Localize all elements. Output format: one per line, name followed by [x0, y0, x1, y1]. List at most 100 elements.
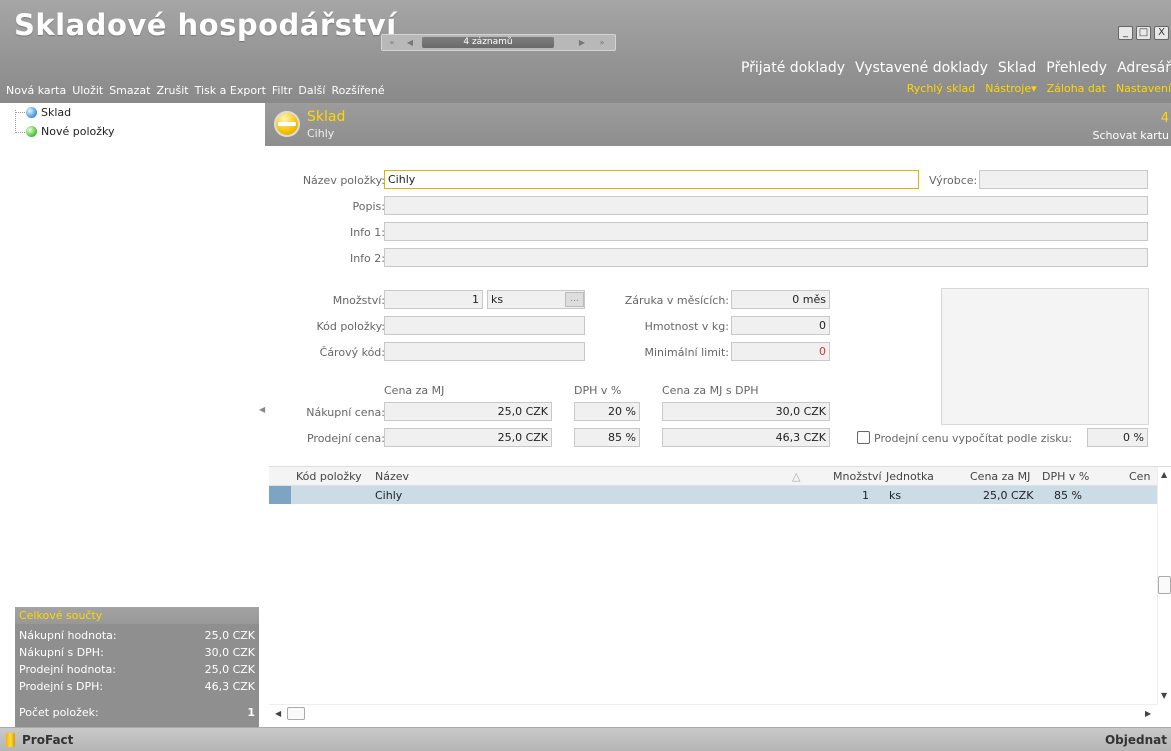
nav-address-book[interactable]: Adresář	[1117, 60, 1171, 76]
filter-button[interactable]: Filtr	[272, 84, 292, 97]
totals-panel: Celkové součty Nákupní hodnota: 25,0 CZK …	[15, 607, 259, 727]
info1-input[interactable]	[384, 222, 1148, 241]
toolbar: Nová karta Uložit Smazat Zrušit Tisk a E…	[6, 84, 385, 97]
sale-vat-input[interactable]: 85 %	[574, 428, 640, 447]
profact-logo-icon	[6, 733, 15, 747]
sale-price-input[interactable]: 25,0 CZK	[384, 428, 552, 447]
items-grid: Kód položky Název △ Množství Jednotka Ce…	[269, 466, 1171, 728]
barcode-input[interactable]	[384, 342, 585, 361]
unit-picker-button[interactable]: ...	[565, 292, 584, 307]
print-export-button[interactable]: Tisk a Export	[195, 84, 266, 97]
nav-warehouse[interactable]: Sklad	[998, 60, 1036, 76]
maximize-icon: □	[1138, 27, 1149, 38]
description-input[interactable]	[384, 196, 1148, 215]
minimize-button[interactable]: _	[1118, 26, 1133, 40]
min-limit-input[interactable]: 0	[731, 342, 830, 361]
tree-item-warehouse[interactable]: Sklad	[26, 106, 71, 119]
nav-overviews[interactable]: Přehledy	[1046, 60, 1107, 76]
vertical-scroll-thumb[interactable]	[1158, 576, 1171, 594]
vat-column-header: DPH v %	[574, 384, 622, 397]
purchase-vat-input[interactable]: 20 %	[574, 402, 640, 421]
next-record-button[interactable]: ▶	[574, 36, 590, 49]
warranty-input[interactable]: 0 měs	[731, 290, 830, 309]
nav-received-docs[interactable]: Přijaté doklady	[741, 60, 845, 76]
total-purchase-value: Nákupní hodnota: 25,0 CZK	[19, 629, 255, 642]
delete-button[interactable]: Smazat	[109, 84, 150, 97]
maker-input[interactable]	[979, 170, 1148, 189]
main-nav: Přijaté doklady Vystavené doklady Sklad …	[741, 60, 1171, 76]
sale-price-vat-input[interactable]: 46,3 CZK	[662, 428, 830, 447]
profit-percent-input[interactable]: 0 %	[1087, 428, 1148, 447]
col-unit[interactable]: Jednotka	[886, 470, 934, 483]
horizontal-scrollbar[interactable]: ◀ ▶	[269, 704, 1157, 722]
tree-connector	[15, 112, 25, 113]
app-header: Skladové hospodářství « ◀ 4 záznamů ▶ » …	[0, 0, 1171, 103]
maximize-button[interactable]: □	[1136, 26, 1151, 40]
horizontal-scroll-thumb[interactable]	[287, 707, 305, 720]
total-sale-value: Prodejní hodnota: 25,0 CZK	[19, 663, 255, 676]
nav-settings[interactable]: Nastavení	[1116, 82, 1171, 95]
sale-price-label: Prodejní cena:	[306, 432, 385, 445]
close-button[interactable]: X	[1154, 26, 1169, 40]
window-controls: _ □ X	[1118, 26, 1169, 40]
tree-connector	[15, 110, 16, 133]
record-count[interactable]: 4 záznamů	[422, 37, 554, 48]
warranty-label: Záruka v měsících:	[624, 294, 729, 307]
scroll-down-icon[interactable]: ▼	[1161, 691, 1167, 700]
scroll-right-icon[interactable]: ▶	[1145, 709, 1151, 718]
row-selector[interactable]	[269, 486, 291, 504]
purchase-price-input[interactable]: 25,0 CZK	[384, 402, 552, 421]
hide-card-button[interactable]: Schovat kartu	[1092, 129, 1169, 142]
col-item-code[interactable]: Kód položky	[296, 470, 362, 483]
table-row[interactable]: Cihly 1 ks 25,0 CZK 85 %	[269, 486, 1157, 504]
nav-issued-docs[interactable]: Vystavené doklady	[855, 60, 988, 76]
calc-from-profit-checkbox[interactable]	[857, 431, 870, 444]
total-value: 1	[247, 706, 255, 719]
total-item-count: Počet položek: 1	[19, 706, 255, 719]
status-bar: ProFact Objednat	[0, 727, 1171, 751]
tree-item-new-items[interactable]: Nové položky	[26, 125, 115, 138]
item-name-input[interactable]: Cihly	[384, 170, 919, 189]
prev-record-button[interactable]: ◀	[402, 36, 418, 49]
weight-label: Hmotnost v kg:	[644, 320, 729, 333]
vertical-scrollbar[interactable]: ▲ ▼	[1157, 467, 1171, 704]
price-vat-column-header: Cena za MJ s DPH	[662, 384, 759, 397]
app-title: Skladové hospodářství	[14, 8, 397, 42]
tree-item-label: Sklad	[41, 106, 72, 119]
first-record-button[interactable]: «	[384, 36, 400, 49]
scroll-left-icon[interactable]: ◀	[275, 709, 281, 718]
col-unit-price[interactable]: Cena za MJ	[970, 470, 1030, 483]
total-label: Nákupní hodnota:	[19, 629, 117, 642]
purchase-price-vat-input[interactable]: 30,0 CZK	[662, 402, 830, 421]
info2-input[interactable]	[384, 248, 1148, 267]
col-name[interactable]: Název	[375, 470, 409, 483]
weight-input[interactable]: 0	[731, 316, 830, 335]
card-header: Sklad Cihly 4 Schovat kartu	[265, 103, 1171, 146]
last-record-button[interactable]: »	[594, 36, 610, 49]
price-column-header: Cena za MJ	[384, 384, 445, 397]
total-sale-vat: Prodejní s DPH: 46,3 CZK	[19, 680, 255, 693]
col-vat[interactable]: DPH v %	[1042, 470, 1089, 483]
nav-tools[interactable]: Nástroje▾	[985, 82, 1036, 95]
col-price-cut[interactable]: Cen	[1129, 470, 1150, 483]
order-button[interactable]: Objednat	[1105, 733, 1167, 747]
collapse-panel-icon[interactable]: ◀	[259, 405, 265, 414]
more-button[interactable]: Další	[298, 84, 325, 97]
save-button[interactable]: Uložit	[72, 84, 103, 97]
total-value: 46,3 CZK	[204, 680, 255, 693]
cancel-button[interactable]: Zrušit	[156, 84, 188, 97]
col-quantity[interactable]: Množství	[833, 470, 882, 483]
card-title: Sklad	[307, 109, 346, 125]
item-image-box[interactable]	[941, 288, 1149, 425]
nav-backup[interactable]: Záloha dat	[1047, 82, 1106, 95]
quantity-input[interactable]: 1	[384, 290, 483, 309]
green-orb-icon	[26, 126, 37, 137]
item-code-input[interactable]	[384, 316, 585, 335]
new-card-button[interactable]: Nová karta	[6, 84, 66, 97]
total-label: Nákupní s DPH:	[19, 646, 104, 659]
advanced-button[interactable]: Rozšířené	[331, 84, 384, 97]
sub-nav: Rychlý sklad Nástroje▾ Záloha dat Nastav…	[907, 82, 1171, 95]
total-label: Počet položek:	[19, 706, 99, 719]
nav-quick-warehouse[interactable]: Rychlý sklad	[907, 82, 976, 95]
scroll-up-icon[interactable]: ▲	[1161, 470, 1167, 479]
